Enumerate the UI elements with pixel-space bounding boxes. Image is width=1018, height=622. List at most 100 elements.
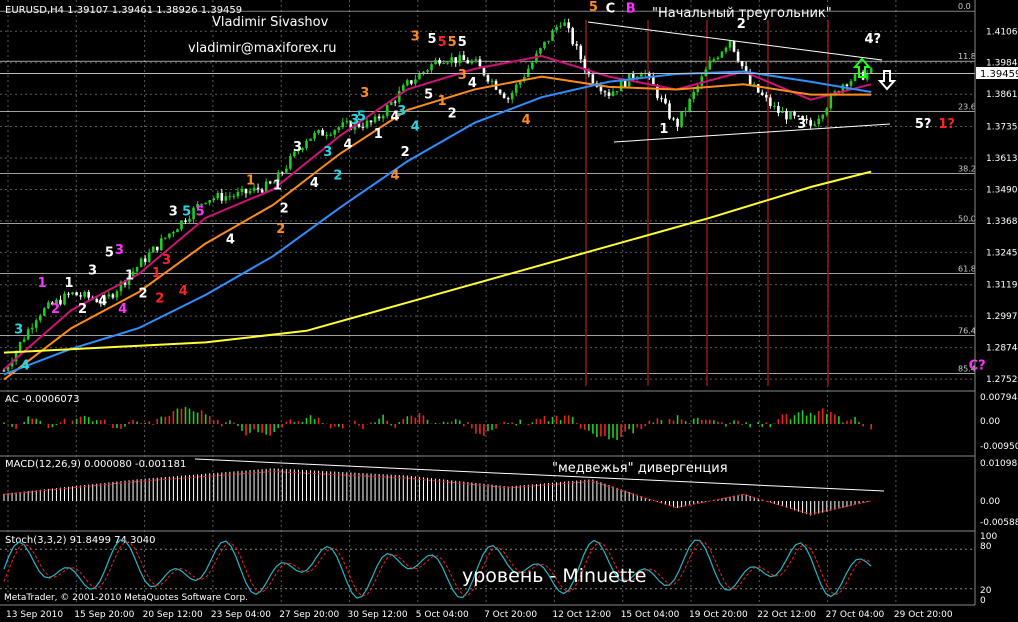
- candle-body: [631, 73, 635, 79]
- candle-body: [285, 168, 288, 173]
- candle-body: [406, 80, 409, 86]
- wave-label: 5: [589, 0, 598, 15]
- candle-body: [446, 62, 449, 64]
- price-tick-label: 1.32455: [986, 248, 1018, 258]
- ac-title: AC -0.0006073: [5, 394, 80, 405]
- candle-body: [289, 156, 292, 169]
- candle-body: [240, 188, 244, 192]
- candle-body: [845, 84, 849, 86]
- candle-body: [462, 55, 466, 61]
- candle-body: [676, 119, 679, 127]
- wave-label: 2: [155, 292, 164, 307]
- wave-label: 1: [65, 276, 74, 291]
- candle-body: [668, 103, 671, 119]
- candle-body: [345, 121, 349, 123]
- candle-body: [865, 73, 869, 80]
- divergence-note: "медвежья" дивергенция: [552, 461, 728, 476]
- wave-label: B: [626, 1, 636, 16]
- candle-body: [821, 114, 825, 119]
- candle-body: [2, 370, 6, 372]
- candle-body: [773, 105, 776, 107]
- candle-body: [260, 189, 264, 193]
- candle-body: [305, 140, 308, 149]
- candle-body: [180, 220, 183, 230]
- author-email: vladimir@maxiforex.ru: [188, 41, 336, 56]
- wave-label: 3: [293, 140, 302, 155]
- candle-body: [317, 129, 320, 133]
- candle-body: [793, 111, 796, 116]
- candle-body: [756, 84, 760, 93]
- candle-body: [563, 22, 566, 26]
- wave-label: 2: [51, 302, 60, 317]
- candle-body: [684, 110, 687, 112]
- candle-body: [135, 267, 139, 272]
- candle-body: [547, 40, 550, 42]
- macd-axis-max: 0.01098: [980, 459, 1017, 469]
- wave-label: 1: [374, 127, 383, 142]
- candle-body: [458, 55, 462, 64]
- wave-label: 2: [448, 107, 457, 122]
- wave-label: 4: [411, 120, 420, 135]
- candle-body: [688, 98, 691, 111]
- time-tick-label: 5 Oct 04:00: [416, 610, 469, 620]
- ac-axis-min: -0.00950: [980, 442, 1018, 452]
- time-tick-label: 29 Oct 20:00: [894, 610, 953, 620]
- wave-label: 4: [391, 168, 400, 183]
- candle-body: [527, 68, 530, 77]
- candle-body: [216, 193, 220, 199]
- candle-body: [514, 84, 518, 93]
- candle-body: [321, 129, 324, 136]
- wave-label: 1: [246, 173, 255, 188]
- candle-body: [47, 302, 50, 309]
- candle-body: [664, 98, 667, 104]
- candle-body: [825, 108, 829, 115]
- wave-label: 1: [152, 266, 161, 281]
- current-price-tag: 1.39459: [976, 67, 1018, 80]
- wave-label: C?: [969, 358, 986, 373]
- candle-body: [333, 130, 337, 135]
- price-tick-label: 1.37355: [986, 123, 1018, 133]
- wave-label: 5: [182, 204, 191, 219]
- candle-body: [724, 47, 728, 52]
- candle-body: [539, 48, 542, 54]
- candle-body: [63, 293, 66, 305]
- candle-body: [579, 45, 583, 60]
- candle-body: [176, 229, 179, 233]
- candle-body: [228, 196, 232, 198]
- wave-label: 5: [357, 109, 366, 124]
- candle-body: [385, 104, 389, 116]
- candle-body: [470, 60, 474, 64]
- wave-label: 4: [522, 113, 531, 128]
- price-tick-label: 1.31195: [986, 281, 1018, 291]
- candle-body: [220, 193, 224, 201]
- candle-body: [147, 252, 151, 262]
- candle-body: [373, 116, 377, 123]
- candle-body: [531, 62, 534, 69]
- candle-body: [111, 294, 115, 298]
- candle-body: [164, 237, 167, 239]
- wave-label: 4: [179, 284, 188, 299]
- candle-body: [212, 198, 216, 201]
- wave-label: 2: [333, 168, 342, 183]
- wave-label: 5: [438, 35, 447, 50]
- stoch-title: Stoch(3,3,2) 91.8499 74.3040: [5, 535, 156, 546]
- time-tick-label: 7 Oct 20:00: [484, 610, 537, 620]
- candle-body: [777, 105, 780, 113]
- candle-body: [474, 59, 478, 61]
- candle-body: [615, 91, 619, 93]
- candle-body: [430, 64, 433, 71]
- candle-body: [720, 51, 724, 58]
- candle-body: [454, 57, 458, 64]
- candle-body: [325, 135, 328, 137]
- candle-body: [369, 120, 373, 123]
- stoch-axis-100: 100: [980, 532, 997, 542]
- wave-label: 2: [276, 222, 285, 237]
- candle-body: [680, 111, 683, 127]
- candle-body: [204, 202, 207, 204]
- candle-body: [79, 295, 82, 297]
- candle-body: [639, 74, 643, 77]
- wave-label: 3: [14, 322, 23, 337]
- time-tick-label: 19 Oct 20:00: [689, 610, 748, 620]
- candle-body: [603, 91, 607, 93]
- candle-body: [732, 41, 736, 52]
